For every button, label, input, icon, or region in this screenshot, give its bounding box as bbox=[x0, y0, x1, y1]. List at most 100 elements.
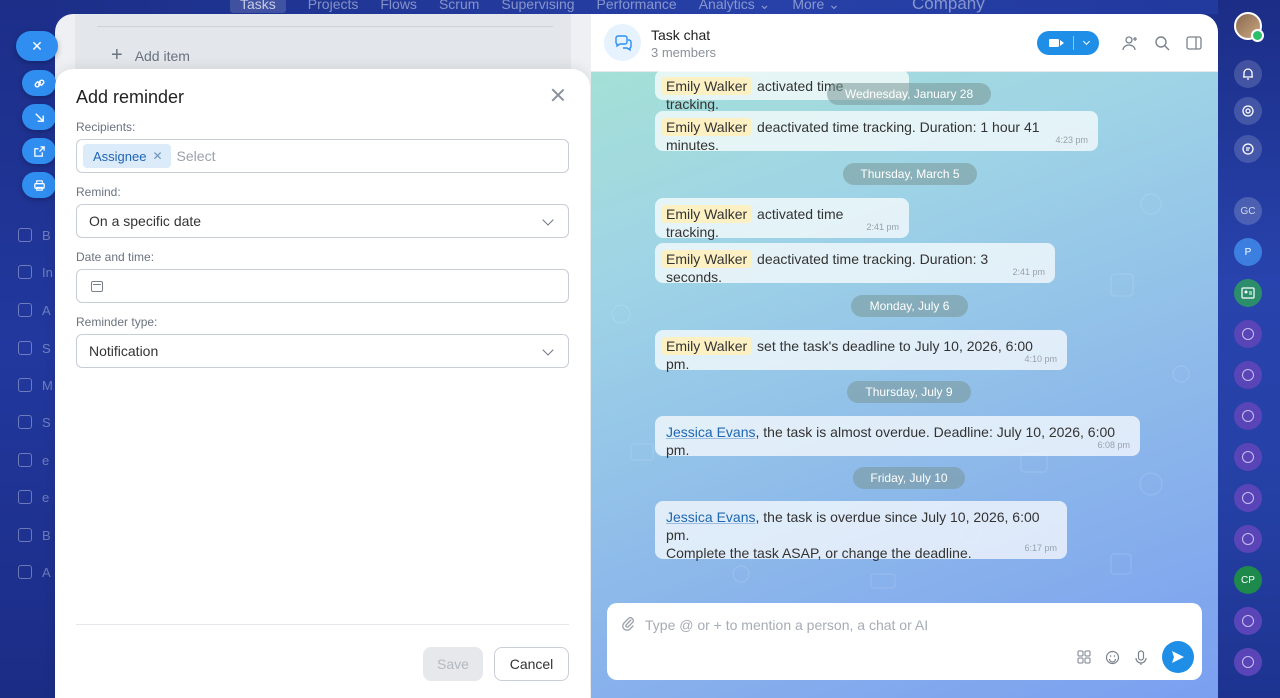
chat-p[interactable]: P bbox=[1234, 238, 1262, 266]
chat-title: Task chat bbox=[651, 27, 711, 43]
sidebar-icon bbox=[18, 341, 32, 355]
send-button[interactable] bbox=[1162, 641, 1194, 673]
nav-tab-more[interactable]: More ⌄ bbox=[792, 0, 840, 13]
date-separator: Friday, July 10 bbox=[853, 467, 965, 489]
system-message: Emily Walker activated time tracking. 2:… bbox=[655, 198, 909, 240]
company-search[interactable]: Company bbox=[912, 0, 985, 14]
sidebar-item[interactable]: In bbox=[18, 262, 58, 282]
user-mention[interactable]: Jessica Evans bbox=[666, 509, 755, 525]
chat-item[interactable] bbox=[1234, 320, 1262, 348]
copilot-button[interactable] bbox=[1234, 97, 1262, 125]
user-mention[interactable]: Emily Walker bbox=[662, 250, 752, 268]
nav-tab-performance[interactable]: Performance bbox=[597, 0, 677, 13]
online-status-icon bbox=[1251, 29, 1264, 42]
chat-item[interactable] bbox=[1234, 607, 1262, 635]
minimize-button[interactable] bbox=[22, 104, 56, 130]
spiral-icon bbox=[1242, 105, 1254, 117]
message-time: 2:41 pm bbox=[1012, 267, 1045, 277]
printer-icon bbox=[33, 179, 45, 191]
sidebar-item[interactable]: S bbox=[18, 338, 58, 358]
recipient-chip[interactable]: Assignee ✕ bbox=[83, 144, 171, 168]
sidebar-toggle-icon[interactable] bbox=[1185, 34, 1203, 52]
close-icon: ✕ bbox=[31, 37, 43, 54]
user-mention[interactable]: Emily Walker bbox=[662, 118, 752, 136]
close-slider-button[interactable]: ✕ bbox=[16, 31, 58, 61]
sidebar-item[interactable]: e bbox=[18, 487, 58, 507]
chat-avatar bbox=[604, 24, 641, 61]
user-mention[interactable]: Emily Walker bbox=[662, 205, 752, 223]
chat-gc[interactable]: GC bbox=[1234, 197, 1262, 225]
recipients-field[interactable]: Assignee ✕ Select bbox=[76, 139, 569, 173]
search-icon[interactable] bbox=[1153, 34, 1171, 52]
remove-chip-icon[interactable]: ✕ bbox=[152, 149, 162, 163]
reminder-type-select[interactable]: Notification bbox=[76, 334, 569, 368]
user-mention[interactable]: Emily Walker bbox=[662, 77, 752, 95]
bell-icon bbox=[1243, 68, 1253, 80]
plus-icon: + bbox=[111, 44, 123, 66]
chat-item[interactable] bbox=[1234, 361, 1262, 389]
sidebar-item[interactable]: B bbox=[18, 225, 58, 245]
paperclip-icon[interactable] bbox=[620, 615, 636, 631]
sidebar-item[interactable]: M bbox=[18, 375, 58, 395]
datetime-input[interactable] bbox=[76, 269, 569, 303]
reminder-type-value: Notification bbox=[89, 343, 159, 359]
print-button[interactable] bbox=[22, 172, 56, 198]
chat-item[interactable] bbox=[1234, 484, 1262, 512]
sidebar-icon bbox=[18, 228, 32, 242]
remind-label: Remind: bbox=[76, 185, 121, 199]
add-user-icon[interactable] bbox=[1121, 34, 1139, 52]
video-camera-icon bbox=[1049, 39, 1064, 47]
external-link-icon bbox=[33, 145, 45, 157]
user-avatar[interactable] bbox=[1234, 12, 1264, 42]
nav-tab-analytics[interactable]: Analytics ⌄ bbox=[699, 0, 771, 13]
chat-item[interactable] bbox=[1234, 443, 1262, 471]
copy-link-button[interactable] bbox=[22, 70, 56, 96]
video-call-button[interactable] bbox=[1037, 31, 1099, 55]
nav-tab-supervising[interactable]: Supervising bbox=[501, 0, 574, 13]
nav-tab-projects[interactable]: Projects bbox=[308, 0, 359, 13]
sidebar-item[interactable]: e bbox=[18, 450, 58, 470]
date-separator: Wednesday, January 28 bbox=[827, 83, 991, 105]
microphone-icon[interactable] bbox=[1134, 650, 1148, 666]
recipients-placeholder: Select bbox=[176, 148, 216, 164]
divider bbox=[1073, 36, 1074, 50]
open-new-window-button[interactable] bbox=[22, 138, 56, 164]
link-icon bbox=[34, 79, 44, 87]
save-button[interactable]: Save bbox=[423, 647, 483, 681]
messenger-button[interactable] bbox=[1234, 135, 1262, 163]
calendar-icon bbox=[91, 280, 103, 292]
nav-tab-scrum[interactable]: Scrum bbox=[439, 0, 479, 13]
date-separator: Thursday, March 5 bbox=[843, 163, 977, 185]
chat-item[interactable] bbox=[1234, 402, 1262, 430]
remind-select[interactable]: On a specific date bbox=[76, 204, 569, 238]
sidebar-icon bbox=[18, 303, 32, 317]
user-mention[interactable]: Emily Walker bbox=[662, 337, 752, 355]
notifications-button[interactable] bbox=[1234, 60, 1262, 88]
sidebar-icon bbox=[18, 528, 32, 542]
chat-item[interactable] bbox=[1234, 525, 1262, 553]
chat-members-count[interactable]: 3 members bbox=[651, 45, 716, 60]
chat-contact[interactable] bbox=[1234, 279, 1262, 307]
apps-grid-icon[interactable] bbox=[1077, 650, 1091, 664]
sidebar-item[interactable]: A bbox=[18, 562, 58, 582]
nav-tab-flows[interactable]: Flows bbox=[380, 0, 417, 13]
top-navigation: Tasks Projects Flows Scrum Supervising P… bbox=[0, 0, 1280, 14]
chat-item[interactable] bbox=[1234, 648, 1262, 676]
emoji-icon[interactable] bbox=[1105, 650, 1120, 665]
close-dialog-icon[interactable] bbox=[550, 87, 566, 103]
contact-card-icon bbox=[1241, 287, 1255, 299]
datetime-label: Date and time: bbox=[76, 250, 155, 264]
user-mention[interactable]: Jessica Evans bbox=[666, 424, 755, 440]
nav-tab-tasks[interactable]: Tasks bbox=[230, 0, 286, 13]
footer-divider bbox=[76, 624, 569, 625]
message-time: 4:23 pm bbox=[1055, 135, 1088, 145]
chat-cp[interactable]: CP bbox=[1234, 566, 1262, 594]
add-item-button[interactable]: + Add item bbox=[111, 44, 190, 67]
add-reminder-dialog: Add reminder Recipients: Assignee ✕ Sele… bbox=[55, 69, 590, 698]
sidebar-item[interactable]: S bbox=[18, 412, 58, 432]
sidebar-item[interactable]: B bbox=[18, 525, 58, 545]
cancel-button[interactable]: Cancel bbox=[494, 647, 569, 681]
message-composer[interactable]: Type @ or + to mention a person, a chat … bbox=[607, 603, 1202, 680]
sidebar-item[interactable]: A bbox=[18, 300, 58, 320]
chevron-down-icon[interactable] bbox=[1082, 37, 1091, 46]
